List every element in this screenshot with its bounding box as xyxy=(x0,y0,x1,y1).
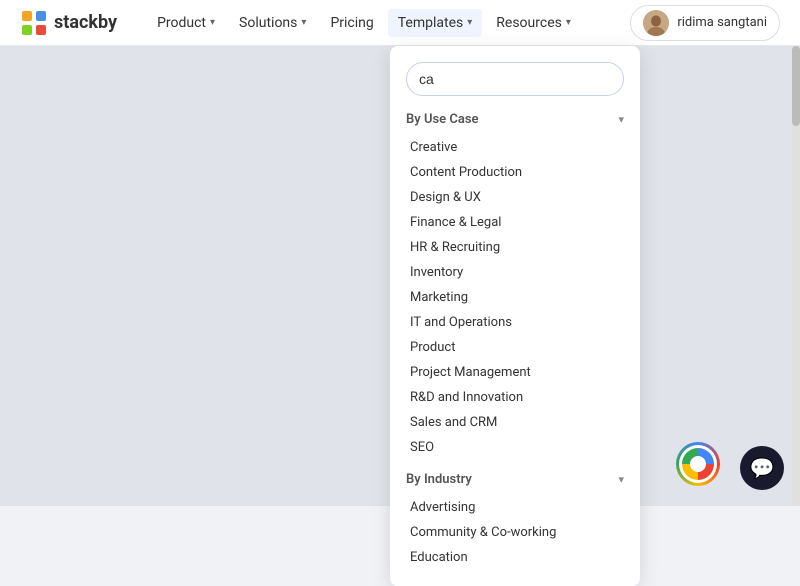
use-case-title: By Use Case xyxy=(406,112,479,127)
support-circle xyxy=(676,442,720,486)
avatar-image xyxy=(643,10,669,36)
nav-templates[interactable]: Templates ▾ xyxy=(388,9,483,37)
product-chevron-icon: ▾ xyxy=(210,17,215,28)
resources-chevron-icon: ▾ xyxy=(566,17,571,28)
support-widget[interactable] xyxy=(676,442,720,486)
solutions-chevron-icon: ▾ xyxy=(301,17,306,28)
user-name: ridima sangtani xyxy=(677,15,767,30)
list-item[interactable]: R&D and Innovation xyxy=(406,385,624,410)
list-item[interactable]: Inventory xyxy=(406,260,624,285)
list-item[interactable]: IT and Operations xyxy=(406,310,624,335)
scrollbar[interactable] xyxy=(792,46,800,506)
nav-product[interactable]: Product ▾ xyxy=(147,9,225,37)
logo[interactable]: stackby xyxy=(20,9,117,37)
list-item[interactable]: Community & Co-working xyxy=(406,520,624,545)
user-menu-button[interactable]: ridima sangtani xyxy=(630,5,780,41)
template-search-input[interactable] xyxy=(406,62,624,96)
list-item[interactable]: HR & Recruiting xyxy=(406,235,624,260)
list-item[interactable]: Advertising xyxy=(406,495,624,520)
list-item[interactable]: Project Management xyxy=(406,360,624,385)
avatar xyxy=(643,10,669,36)
logo-text: stackby xyxy=(54,12,117,33)
industry-items: Advertising Community & Co-working Educa… xyxy=(406,495,624,570)
use-case-chevron-icon[interactable]: ▾ xyxy=(618,113,624,126)
chat-button[interactable]: 💬 xyxy=(740,446,784,490)
list-item[interactable]: Creative xyxy=(406,135,624,160)
templates-chevron-icon: ▾ xyxy=(467,17,472,28)
list-item[interactable]: Marketing xyxy=(406,285,624,310)
support-hole xyxy=(690,456,706,472)
list-item[interactable]: Education xyxy=(406,545,624,570)
scrollbar-thumb[interactable] xyxy=(792,46,800,126)
use-case-section-header: By Use Case ▾ xyxy=(406,112,624,127)
chat-icon: 💬 xyxy=(750,456,775,480)
use-case-items: Creative Content Production Design & UX … xyxy=(406,135,624,460)
list-item[interactable]: Content Production xyxy=(406,160,624,185)
nav-pricing[interactable]: Pricing xyxy=(320,9,383,37)
nav-resources[interactable]: Resources ▾ xyxy=(486,9,581,37)
industry-title: By Industry xyxy=(406,472,472,487)
nav-links: Product ▾ Solutions ▾ Pricing Templates … xyxy=(147,9,630,37)
list-item[interactable]: SEO xyxy=(406,435,624,460)
logo-icon xyxy=(20,9,48,37)
industry-section-header: By Industry ▾ xyxy=(406,472,624,487)
support-inner xyxy=(682,448,714,480)
navbar: stackby Product ▾ Solutions ▾ Pricing Te… xyxy=(0,0,800,46)
templates-dropdown: By Use Case ▾ Creative Content Productio… xyxy=(390,46,640,586)
nav-solutions[interactable]: Solutions ▾ xyxy=(229,9,316,37)
list-item[interactable]: Finance & Legal xyxy=(406,210,624,235)
list-item[interactable]: Sales and CRM xyxy=(406,410,624,435)
list-item[interactable]: Product xyxy=(406,335,624,360)
list-item[interactable]: Design & UX xyxy=(406,185,624,210)
industry-chevron-icon[interactable]: ▾ xyxy=(618,473,624,486)
